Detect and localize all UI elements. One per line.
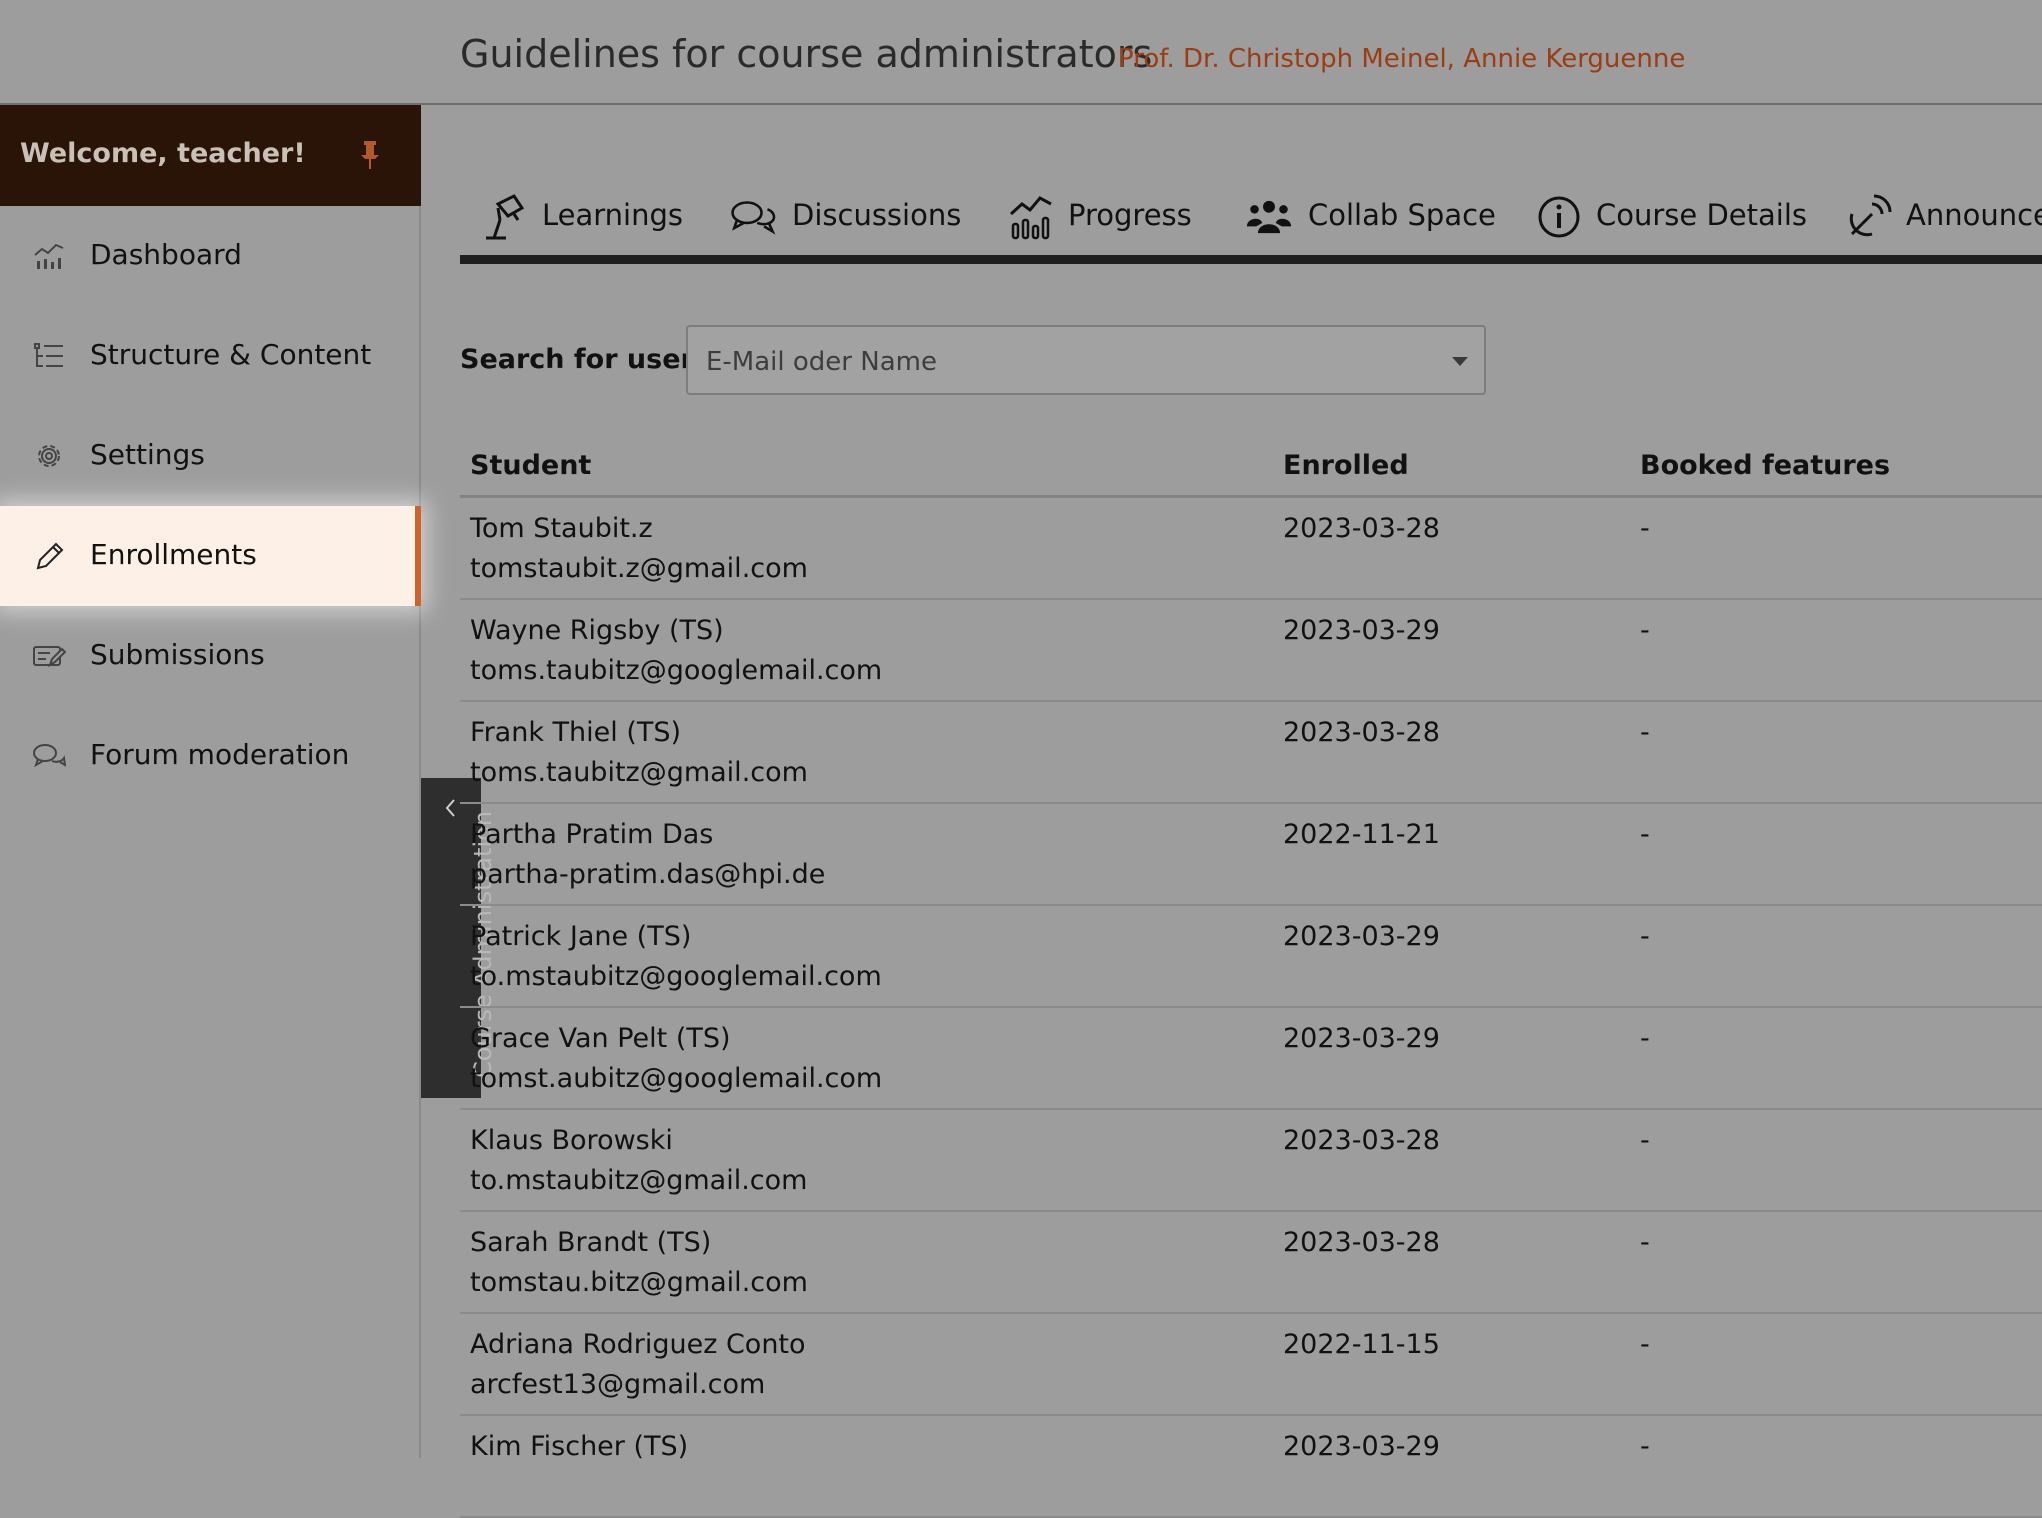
user-search-select[interactable]: E-Mail oder Name	[686, 325, 1486, 395]
enrollments-table: Student Enrolled Booked features Tom Sta…	[460, 430, 2042, 1518]
student-email: arcfest13@gmail.com	[470, 1369, 766, 1400]
dashboard-chart-icon	[34, 243, 64, 269]
sidebar-item-enrollments[interactable]: Enrollments	[0, 506, 421, 606]
booked-features: -	[1640, 1431, 1650, 1462]
tab-label: Discussions	[792, 198, 962, 232]
enrolled-date: 2022-11-15	[1283, 1329, 1440, 1360]
sidebar-item-structure-content[interactable]: Structure & Content	[0, 306, 421, 406]
chat-bubbles-icon	[33, 744, 66, 768]
table-row: Patrick Jane (TS) to.mstaubitz@googlemai…	[460, 906, 2042, 1008]
top-header: Guidelines for course administrators Pro…	[0, 0, 2042, 105]
enrolled-date: 2022-11-21	[1283, 819, 1440, 850]
tab-label: Progress	[1068, 198, 1192, 232]
student-email: to.mstaubitz@googlemail.com	[470, 961, 882, 992]
student-name[interactable]: Klaus Borowski	[470, 1125, 673, 1156]
booked-features: -	[1640, 1227, 1650, 1258]
table-row: Klaus Borowski to.mstaubitz@gmail.com 20…	[460, 1110, 2042, 1212]
student-name[interactable]: Kim Fischer (TS)	[470, 1431, 688, 1462]
student-name[interactable]: Sarah Brandt (TS)	[470, 1227, 711, 1258]
tab-label: Learnings	[542, 198, 684, 232]
student-email: partha-pratim.das@hpi.de	[470, 859, 826, 890]
student-name[interactable]: Adriana Rodriguez Conto	[470, 1329, 806, 1360]
table-row: Adriana Rodriguez Conto arcfest13@gmail.…	[460, 1314, 2042, 1416]
search-label: Search for user	[460, 344, 694, 375]
student-email: tomstau.bitz@gmail.com	[470, 1267, 808, 1298]
dropdown-caret-icon[interactable]	[1452, 357, 1468, 366]
column-header-enrolled[interactable]: Enrolled	[1283, 450, 1409, 481]
group-icon	[1246, 200, 1292, 234]
tab-label: Course Details	[1596, 198, 1808, 232]
enrolled-date: 2023-03-29	[1283, 1023, 1440, 1054]
sidebar-item-label: Dashboard	[90, 238, 242, 271]
column-header-student[interactable]: Student	[470, 450, 591, 481]
student-email: to.mstaubitz@gmail.com	[470, 1165, 808, 1196]
enrolled-date: 2023-03-28	[1283, 1227, 1440, 1258]
table-row: Grace Van Pelt (TS) tomst.aubitz@googlem…	[460, 1008, 2042, 1110]
booked-features: -	[1640, 615, 1650, 646]
table-row: Sarah Brandt (TS) tomstau.bitz@gmail.com…	[460, 1212, 2042, 1314]
student-name[interactable]: Tom Staubit.z	[470, 513, 653, 544]
enrolled-date: 2023-03-28	[1283, 1125, 1440, 1156]
info-icon	[1538, 196, 1580, 238]
student-email: tomstaubit.z@gmail.com	[470, 553, 808, 584]
lamp-icon	[486, 194, 525, 240]
table-row: Frank Thiel (TS) toms.taubitz@gmail.com …	[460, 702, 2042, 804]
booked-features: -	[1640, 1023, 1650, 1054]
table-row: Wayne Rigsby (TS) toms.taubitz@googlemai…	[460, 600, 2042, 702]
sidebar-item-label: Submissions	[90, 638, 265, 671]
gear-icon	[38, 445, 60, 467]
student-email: toms.taubitz@gmail.com	[470, 757, 808, 788]
sidebar-item-label: Forum moderation	[90, 738, 350, 771]
pencil-icon	[36, 542, 64, 570]
tab-label: Announcements	[1906, 198, 2042, 232]
student-name[interactable]: Grace Van Pelt (TS)	[470, 1023, 731, 1054]
pin-icon[interactable]	[356, 139, 384, 171]
course-title[interactable]: Guidelines for course administrators	[460, 32, 1152, 76]
course-tabs: Learnings Discussions Progress Collab Sp…	[460, 180, 2042, 264]
table-header: Student Enrolled Booked features	[460, 430, 2042, 498]
booked-features: -	[1640, 1125, 1650, 1156]
sidebar-item-label: Enrollments	[90, 538, 257, 571]
sidebar-item-settings[interactable]: Settings	[0, 406, 421, 506]
sidebar-item-label: Structure & Content	[90, 338, 372, 371]
student-name[interactable]: Frank Thiel (TS)	[470, 717, 681, 748]
enrolled-date: 2023-03-29	[1283, 921, 1440, 952]
student-name[interactable]: Wayne Rigsby (TS)	[470, 615, 724, 646]
course-authors: Prof. Dr. Christoph Meinel, Annie Kergue…	[1118, 44, 1686, 74]
discussions-icon	[731, 201, 776, 235]
satellite-icon	[1849, 194, 1892, 237]
enrolled-date: 2023-03-28	[1283, 513, 1440, 544]
student-name[interactable]: Patrick Jane (TS)	[470, 921, 691, 952]
table-row: Tom Staubit.z tomstaubit.z@gmail.com 202…	[460, 498, 2042, 600]
booked-features: -	[1640, 513, 1650, 544]
structure-list-icon	[34, 343, 63, 367]
booked-features: -	[1640, 1329, 1650, 1360]
sidebar-item-label: Settings	[90, 438, 205, 471]
sidebar-item-submissions[interactable]: Submissions	[0, 606, 421, 706]
welcome-banner: Welcome, teacher!	[0, 105, 421, 206]
enrolled-date: 2023-03-29	[1283, 1431, 1440, 1462]
enrolled-date: 2023-03-28	[1283, 717, 1440, 748]
student-email: tomst.aubitz@googlemail.com	[470, 1063, 883, 1094]
welcome-text: Welcome, teacher!	[20, 138, 306, 169]
search-placeholder: E-Mail oder Name	[706, 347, 937, 377]
sidebar-item-forum-moderation[interactable]: Forum moderation	[0, 706, 421, 806]
student-name[interactable]: Partha Pratim Das	[470, 819, 713, 850]
progress-chart-icon	[1009, 196, 1052, 240]
sidebar: Welcome, teacher! Dashboard Structure & …	[0, 105, 421, 1458]
tab-label: Collab Space	[1308, 198, 1496, 232]
table-row: Kim Fischer (TS) 2023-03-29 -	[460, 1416, 2042, 1518]
table-row: Partha Pratim Das partha-pratim.das@hpi.…	[460, 804, 2042, 906]
booked-features: -	[1640, 921, 1650, 952]
booked-features: -	[1640, 717, 1650, 748]
column-header-booked-features[interactable]: Booked features	[1640, 450, 1890, 481]
sidebar-item-dashboard[interactable]: Dashboard	[0, 206, 421, 306]
submissions-icon	[33, 646, 66, 668]
enrolled-date: 2023-03-29	[1283, 615, 1440, 646]
booked-features: -	[1640, 819, 1650, 850]
student-email: toms.taubitz@googlemail.com	[470, 655, 883, 686]
